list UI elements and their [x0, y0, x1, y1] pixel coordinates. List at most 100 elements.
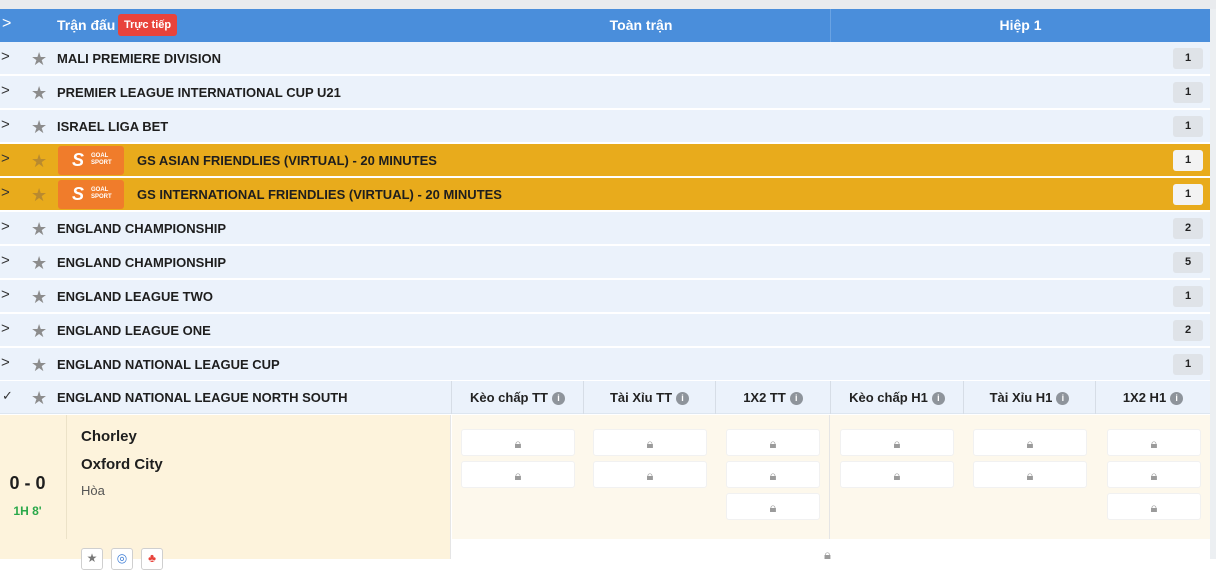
match-count-badge[interactable]: 1 [1173, 354, 1203, 375]
league-name: ENGLAND CHAMPIONSHIP [57, 255, 227, 270]
league-name: ENGLAND NATIONAL LEAGUE NORTH SOUTH [57, 390, 348, 405]
info-icon[interactable]: i [789, 392, 803, 405]
odds-cell-locked[interactable]: 🔒︎ [840, 461, 954, 488]
lock-icon: 🔒︎ [514, 468, 522, 483]
odds-cell-locked[interactable]: 🔒︎ [726, 429, 820, 456]
odds-cell-locked[interactable]: 🔒︎ [593, 429, 707, 456]
league-row[interactable]: > ★ S GOAL SPORT GS INTERNATIONAL FRIENDLIES … [0, 178, 1210, 211]
star-icon[interactable]: ★ [31, 355, 47, 376]
chevron-right-icon[interactable]: > [1, 218, 10, 235]
col-over-under-h1: Tài Xỉu H1 i [963, 381, 1095, 414]
chevron-right-icon[interactable]: > [1, 48, 10, 65]
divider [66, 415, 67, 539]
lock-icon: 🔒︎ [1150, 436, 1158, 451]
league-name: ENGLAND CHAMPIONSHIP [57, 221, 227, 236]
top-strip [0, 0, 1216, 9]
match-count-badge[interactable]: 5 [1173, 252, 1203, 273]
odds-cell-locked[interactable]: 🔒︎ [593, 461, 707, 488]
league-row[interactable]: > ★ ISRAEL LIGA BET 1 [0, 110, 1210, 143]
match-count-badge[interactable]: 2 [1173, 218, 1203, 239]
collapse-all-chevron-icon[interactable]: > [2, 15, 11, 33]
odds-cell-locked[interactable]: 🔒︎ [1107, 493, 1201, 520]
star-icon[interactable]: ★ [31, 83, 47, 104]
home-team: Chorley [81, 428, 137, 445]
star-icon[interactable]: ★ [31, 388, 47, 409]
league-row[interactable]: > ★ ENGLAND LEAGUE ONE 2 [0, 314, 1210, 347]
match-row[interactable]: 0 - 0 1H 8' Chorley Oxford City Hòa 🔒︎ 🔒︎… [0, 415, 1210, 539]
info-icon[interactable]: i [676, 392, 690, 405]
scrollbar[interactable] [1210, 9, 1216, 559]
lock-icon: 🔒︎ [769, 500, 777, 515]
odds-cell-locked[interactable]: 🔒︎ [1107, 429, 1201, 456]
live-badge[interactable]: Trực tiếp [118, 14, 178, 36]
odds-cell-locked[interactable]: 🔒︎ [726, 461, 820, 488]
league-row[interactable]: > ★ PREMIER LEAGUE INTERNATIONAL CUP U21 1 [0, 76, 1210, 109]
col-over-under-ft: Tài Xỉu TT i [583, 381, 715, 414]
league-name: ISRAEL LIGA BET [57, 119, 169, 134]
league-row[interactable]: > ★ S GOAL SPORT GS ASIAN FRIENDLIES (VIRTUAL… [0, 144, 1210, 177]
odds-cell-locked[interactable]: 🔒︎ [973, 429, 1087, 456]
chevron-right-icon[interactable]: > [1, 116, 10, 133]
chevron-right-icon[interactable]: > [1, 82, 10, 99]
match-time: 1H 8' [13, 504, 42, 518]
info-icon[interactable]: i [1056, 392, 1070, 405]
star-icon[interactable]: ★ [31, 253, 47, 274]
star-icon[interactable]: ★ [31, 321, 47, 342]
chevron-down-icon[interactable]: ✓ [2, 388, 13, 404]
odds-cell-locked[interactable]: 🔒︎ [973, 461, 1087, 488]
header-title: Trận đấu [57, 17, 116, 33]
league-name: ENGLAND LEAGUE ONE [57, 323, 211, 338]
lock-icon: 🔒︎ [893, 468, 901, 483]
star-icon[interactable]: ★ [31, 219, 47, 240]
league-row[interactable]: > ★ ENGLAND LEAGUE TWO 1 [0, 280, 1210, 313]
star-icon[interactable]: ★ [31, 151, 47, 172]
odds-cell-locked[interactable]: 🔒︎ [461, 429, 575, 456]
lock-icon: 🔒︎ [514, 436, 522, 451]
col-handicap-h1: Kèo chấp H1 i [830, 381, 963, 414]
match-count-badge[interactable]: 1 [1173, 150, 1203, 171]
chevron-right-icon[interactable]: > [1, 150, 10, 167]
info-icon[interactable]: i [931, 392, 945, 405]
stats-icon[interactable]: ♣ [141, 548, 163, 570]
match-count-badge[interactable]: 1 [1173, 116, 1203, 137]
lock-icon: 🔒︎ [893, 436, 901, 451]
lock-icon: 🔒︎ [824, 547, 831, 562]
lock-icon: 🔒︎ [1150, 500, 1158, 515]
league-name: GS ASIAN FRIENDLIES (VIRTUAL) - 20 MINUT… [137, 153, 437, 168]
match-count-badge[interactable]: 1 [1173, 184, 1203, 205]
star-icon[interactable]: ★ [31, 287, 47, 308]
half1-heading: Hiệp 1 [830, 9, 1210, 42]
match-count-badge[interactable]: 2 [1173, 320, 1203, 341]
league-row-expanded[interactable]: ✓ ★ ENGLAND NATIONAL LEAGUE NORTH SOUTH … [0, 381, 1210, 414]
star-icon[interactable]: ★ [31, 49, 47, 70]
star-icon[interactable]: ★ [31, 185, 47, 206]
live-stream-icon[interactable]: ◎ [111, 548, 133, 570]
lock-icon: 🔒︎ [769, 436, 777, 451]
favorite-star-icon[interactable]: ★ [81, 548, 103, 570]
league-row[interactable]: > ★ ENGLAND NATIONAL LEAGUE CUP 1 [0, 348, 1210, 381]
goal-sport-logo-icon: S GOAL SPORT [58, 146, 124, 175]
lock-icon: 🔒︎ [646, 468, 654, 483]
lock-icon: 🔒︎ [1026, 468, 1034, 483]
star-icon[interactable]: ★ [31, 117, 47, 138]
chevron-right-icon[interactable]: > [1, 320, 10, 337]
league-name: ENGLAND LEAGUE TWO [57, 289, 213, 304]
match-info: 0 - 0 1H 8' Chorley Oxford City Hòa [0, 415, 451, 539]
odds-cell-locked[interactable]: 🔒︎ [726, 493, 820, 520]
match-count-badge[interactable]: 1 [1173, 48, 1203, 69]
chevron-right-icon[interactable]: > [1, 252, 10, 269]
chevron-right-icon[interactable]: > [1, 354, 10, 371]
odds-cell-locked[interactable]: 🔒︎ [840, 429, 954, 456]
league-name: ENGLAND NATIONAL LEAGUE CUP [57, 357, 280, 372]
odds-cell-locked[interactable]: 🔒︎ [461, 461, 575, 488]
odds-cell-locked[interactable]: 🔒︎ [1107, 461, 1201, 488]
league-row[interactable]: > ★ ENGLAND CHAMPIONSHIP 5 [0, 246, 1210, 279]
match-count-badge[interactable]: 1 [1173, 82, 1203, 103]
info-icon[interactable]: i [1170, 392, 1184, 405]
league-row[interactable]: > ★ ENGLAND CHAMPIONSHIP 2 [0, 212, 1210, 245]
league-row[interactable]: > ★ MALI PREMIERE DIVISION 1 [0, 42, 1210, 75]
chevron-right-icon[interactable]: > [1, 286, 10, 303]
match-count-badge[interactable]: 1 [1173, 286, 1203, 307]
info-icon[interactable]: i [552, 392, 565, 405]
chevron-right-icon[interactable]: > [1, 184, 10, 201]
